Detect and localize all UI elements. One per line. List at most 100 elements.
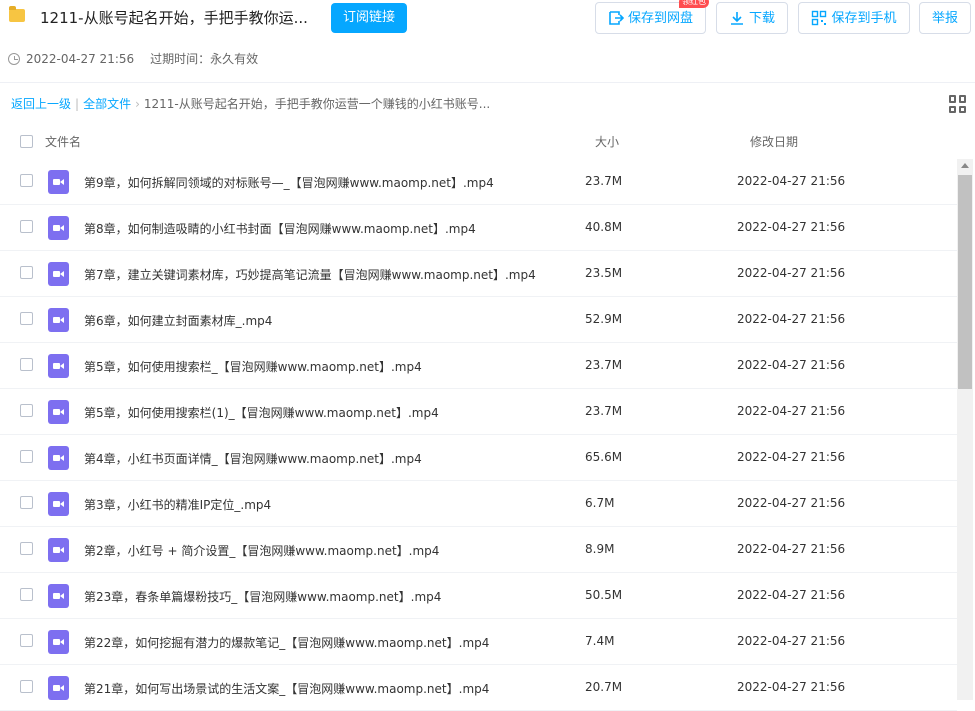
file-size: 6.7M	[585, 496, 615, 510]
file-size: 40.8M	[585, 220, 623, 234]
expire-text: 过期时间：永久有效	[150, 52, 259, 66]
file-size: 20.7M	[585, 680, 623, 694]
all-files-link[interactable]: 全部文件	[83, 97, 131, 111]
file-checkbox[interactable]	[20, 680, 33, 693]
share-title: 1211-从账号起名开始，手把手教你运...	[40, 9, 308, 27]
video-file-icon	[48, 262, 69, 286]
file-size: 52.9M	[585, 312, 623, 326]
file-name[interactable]: 第9章，如何拆解同领域的对标账号—_【冒泡网赚www.maomp.net】.mp…	[84, 174, 494, 191]
file-checkbox[interactable]	[20, 220, 33, 233]
file-name[interactable]: 第3章，小红书的精准IP定位_.mp4	[84, 496, 271, 513]
column-header: 文件名 大小 修改日期	[0, 125, 957, 159]
video-file-icon	[48, 354, 69, 378]
file-name[interactable]: 第5章，如何使用搜索栏(1)_【冒泡网赚www.maomp.net】.mp4	[84, 404, 439, 421]
file-name[interactable]: 第23章，春条单篇爆粉技巧_【冒泡网赚www.maomp.net】.mp4	[84, 588, 441, 605]
share-header: 1211-从账号起名开始，手把手教你运... 订阅链接 保存到网盘 领红包 下载…	[0, 0, 975, 83]
file-date: 2022-04-27 21:56	[737, 358, 846, 372]
file-size: 7.4M	[585, 634, 615, 648]
file-size: 23.7M	[585, 404, 623, 418]
folder-icon	[9, 6, 25, 22]
column-date[interactable]: 修改日期	[750, 133, 798, 150]
video-file-icon	[48, 492, 69, 516]
column-size[interactable]: 大小	[595, 133, 619, 150]
scrollbar[interactable]	[957, 159, 973, 700]
video-file-icon	[48, 308, 69, 332]
file-size: 23.7M	[585, 174, 623, 188]
grid-view-icon[interactable]	[949, 95, 967, 113]
file-row[interactable]: 第22章，如何挖掘有潜力的爆款笔记_【冒泡网赚www.maomp.net】.mp…	[0, 619, 957, 665]
file-row[interactable]: 第5章，如何使用搜索栏(1)_【冒泡网赚www.maomp.net】.mp4 23…	[0, 389, 957, 435]
video-file-icon	[48, 170, 69, 194]
file-checkbox[interactable]	[20, 588, 33, 601]
save-to-phone-label: 保存到手机	[831, 10, 897, 25]
save-icon	[609, 11, 624, 25]
scrollbar-thumb[interactable]	[958, 175, 972, 389]
file-checkbox[interactable]	[20, 358, 33, 371]
file-date: 2022-04-27 21:56	[737, 404, 846, 418]
file-row[interactable]: 第4章，小红书页面详情_【冒泡网赚www.maomp.net】.mp4 65.6M…	[0, 435, 957, 481]
file-name[interactable]: 第6章，如何建立封面素材库_.mp4	[84, 312, 272, 329]
file-name[interactable]: 第5章，如何使用搜索栏_【冒泡网赚www.maomp.net】.mp4	[84, 358, 422, 375]
file-checkbox[interactable]	[20, 542, 33, 555]
video-file-icon	[48, 216, 69, 240]
file-row[interactable]: 第8章，如何制造吸睛的小红书封面【冒泡网赚www.maomp.net】.mp4 4…	[0, 205, 957, 251]
red-packet-badge: 领红包	[679, 0, 709, 8]
back-link[interactable]: 返回上一级	[11, 97, 71, 111]
file-date: 2022-04-27 21:56	[737, 266, 846, 280]
file-name[interactable]: 第22章，如何挖掘有潜力的爆款笔记_【冒泡网赚www.maomp.net】.mp…	[84, 634, 489, 651]
file-name[interactable]: 第8章，如何制造吸睛的小红书封面【冒泡网赚www.maomp.net】.mp4	[84, 220, 476, 237]
file-row[interactable]: 第6章，如何建立封面素材库_.mp4 52.9M 2022-04-27 21:56	[0, 297, 957, 343]
file-date: 2022-04-27 21:56	[737, 174, 846, 188]
clock-icon	[8, 52, 20, 65]
file-checkbox[interactable]	[20, 312, 33, 325]
file-checkbox[interactable]	[20, 450, 33, 463]
video-file-icon	[48, 584, 69, 608]
created-time: 2022-04-27 21:56	[26, 51, 135, 66]
subscribe-link-button[interactable]: 订阅链接	[331, 3, 407, 33]
file-date: 2022-04-27 21:56	[737, 220, 846, 234]
video-file-icon	[48, 676, 69, 700]
column-name[interactable]: 文件名	[45, 133, 81, 150]
file-date: 2022-04-27 21:56	[737, 542, 846, 556]
save-to-phone-button[interactable]: 保存到手机	[798, 2, 910, 34]
download-icon	[730, 12, 743, 25]
report-button[interactable]: 举报	[919, 2, 971, 34]
file-checkbox[interactable]	[20, 266, 33, 279]
file-name[interactable]: 第4章，小红书页面详情_【冒泡网赚www.maomp.net】.mp4	[84, 450, 422, 467]
file-checkbox[interactable]	[20, 404, 33, 417]
file-checkbox[interactable]	[20, 634, 33, 647]
file-size: 50.5M	[585, 588, 623, 602]
file-size: 8.9M	[585, 542, 615, 556]
file-row[interactable]: 第23章，春条单篇爆粉技巧_【冒泡网赚www.maomp.net】.mp4 50.…	[0, 573, 957, 619]
file-date: 2022-04-27 21:56	[737, 450, 846, 464]
file-row[interactable]: 第2章，小红号 + 简介设置_【冒泡网赚www.maomp.net】.mp4 8.…	[0, 527, 957, 573]
breadcrumb-separator: ›	[135, 97, 140, 111]
breadcrumb: 返回上一级 | 全部文件 › 1211-从账号起名开始，手把手教你运营一个赚钱的小红书账…	[11, 95, 490, 112]
file-row[interactable]: 第9章，如何拆解同领域的对标账号—_【冒泡网赚www.maomp.net】.mp…	[0, 159, 957, 205]
file-row[interactable]: 第3章，小红书的精准IP定位_.mp4 6.7M 2022-04-27 21:56	[0, 481, 957, 527]
file-checkbox[interactable]	[20, 174, 33, 187]
scroll-up-icon[interactable]	[961, 163, 969, 168]
file-name[interactable]: 第2章，小红号 + 简介设置_【冒泡网赚www.maomp.net】.mp4	[84, 542, 439, 559]
file-checkbox[interactable]	[20, 496, 33, 509]
file-date: 2022-04-27 21:56	[737, 634, 846, 648]
file-size: 23.5M	[585, 266, 623, 280]
file-row[interactable]: 第21章，如何写出场景试的生活文案_【冒泡网赚www.maomp.net】.mp…	[0, 665, 957, 711]
file-name[interactable]: 第21章，如何写出场景试的生活文案_【冒泡网赚www.maomp.net】.mp…	[84, 680, 489, 697]
select-all-checkbox[interactable]	[20, 135, 33, 148]
file-size: 23.7M	[585, 358, 623, 372]
file-row[interactable]: 第7章，建立关键词素材库，巧妙提高笔记流量【冒泡网赚www.maomp.net】…	[0, 251, 957, 297]
video-file-icon	[48, 630, 69, 654]
file-name[interactable]: 第7章，建立关键词素材库，巧妙提高笔记流量【冒泡网赚www.maomp.net】…	[84, 266, 536, 283]
video-file-icon	[48, 446, 69, 470]
download-button[interactable]: 下载	[716, 2, 788, 34]
video-file-icon	[48, 538, 69, 562]
file-row[interactable]: 第5章，如何使用搜索栏_【冒泡网赚www.maomp.net】.mp4 23.7M…	[0, 343, 957, 389]
file-date: 2022-04-27 21:56	[737, 680, 846, 694]
file-date: 2022-04-27 21:56	[737, 496, 846, 510]
file-date: 2022-04-27 21:56	[737, 588, 846, 602]
breadcrumb-current: 1211-从账号起名开始，手把手教你运营一个赚钱的小红书账号...	[143, 97, 491, 111]
share-meta: 2022-04-27 21:56 过期时间：永久有效	[8, 50, 258, 67]
download-label: 下载	[748, 10, 775, 25]
file-list: 第9章，如何拆解同领域的对标账号—_【冒泡网赚www.maomp.net】.mp…	[0, 159, 957, 711]
